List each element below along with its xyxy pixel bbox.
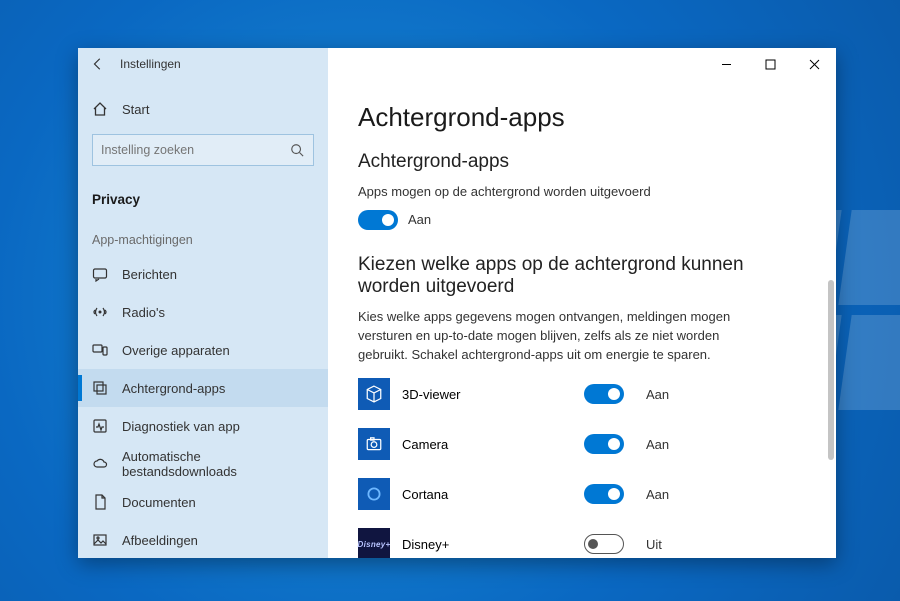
- app-icon: [358, 478, 390, 510]
- global-toggle-label: Apps mogen op de achtergrond worden uitg…: [358, 183, 738, 202]
- app-name: Cortana: [402, 487, 572, 502]
- app-state: Uit: [646, 537, 686, 552]
- image-icon: [92, 532, 108, 548]
- sidebar-item-label: Achtergrond-apps: [122, 381, 225, 396]
- document-icon: [92, 494, 108, 510]
- sidebar-item-documenten[interactable]: Documenten: [78, 483, 328, 521]
- app-icon: [358, 378, 390, 410]
- app-icon: Disney+: [358, 528, 390, 558]
- section-description: Kies welke apps gegevens mogen ontvangen…: [358, 308, 738, 365]
- sidebar-item-afbeeldingen[interactable]: Afbeeldingen: [78, 521, 328, 558]
- app-name: Camera: [402, 437, 572, 452]
- sidebar: Start Privacy App-machtigingen Berichten: [78, 80, 328, 558]
- back-button[interactable]: [86, 57, 110, 71]
- close-button[interactable]: [792, 48, 836, 80]
- app-state: Aan: [646, 437, 686, 452]
- app-state: Aan: [646, 387, 686, 402]
- app-name: 3D-viewer: [402, 387, 572, 402]
- app-toggle[interactable]: [584, 534, 624, 554]
- sidebar-item-label: Overige apparaten: [122, 343, 230, 358]
- app-toggle[interactable]: [584, 434, 624, 454]
- sidebar-item-berichten[interactable]: Berichten: [78, 255, 328, 293]
- content-area: Achtergrond-apps Achtergrond-apps Apps m…: [328, 80, 836, 558]
- radio-icon: [92, 304, 108, 320]
- section-privacy: Privacy: [78, 176, 328, 215]
- scrollbar[interactable]: [828, 280, 834, 460]
- search-box[interactable]: [92, 134, 314, 166]
- minimize-button[interactable]: [704, 48, 748, 80]
- app-row: Disney+ Disney+ Uit: [358, 528, 806, 558]
- sidebar-item-radios[interactable]: Radio's: [78, 293, 328, 331]
- sidebar-item-label: Radio's: [122, 305, 165, 320]
- devices-icon: [92, 342, 108, 358]
- group-app-permissions: App-machtigingen: [78, 215, 328, 255]
- message-icon: [92, 266, 108, 282]
- window-title: Instellingen: [120, 57, 181, 71]
- app-row: Camera Aan: [358, 428, 806, 460]
- home-label: Start: [122, 102, 149, 117]
- app-row: 3D-viewer Aan: [358, 378, 806, 410]
- sidebar-item-label: Afbeeldingen: [122, 533, 198, 548]
- section-title-choose: Kiezen welke apps op de achtergrond kunn…: [358, 254, 806, 298]
- app-row: Cortana Aan: [358, 478, 806, 510]
- maximize-button[interactable]: [748, 48, 792, 80]
- sidebar-item-diagnostiek[interactable]: Diagnostiek van app: [78, 407, 328, 445]
- app-state: Aan: [646, 487, 686, 502]
- settings-window: Instellingen Start: [78, 48, 836, 558]
- app-name: Disney+: [402, 537, 572, 552]
- sidebar-item-achtergrond-apps[interactable]: Achtergrond-apps: [78, 369, 328, 407]
- titlebar: Instellingen: [78, 48, 836, 80]
- sidebar-item-label: Automatische bestandsdownloads: [122, 449, 314, 479]
- app-toggle[interactable]: [584, 484, 624, 504]
- app-toggle[interactable]: [584, 384, 624, 404]
- sidebar-item-label: Documenten: [122, 495, 196, 510]
- sidebar-item-auto-downloads[interactable]: Automatische bestandsdownloads: [78, 445, 328, 483]
- search-input[interactable]: [101, 143, 283, 157]
- background-apps-icon: [92, 380, 108, 396]
- section-title-global: Achtergrond-apps: [358, 151, 806, 173]
- sidebar-item-overige-apparaten[interactable]: Overige apparaten: [78, 331, 328, 369]
- page-title: Achtergrond-apps: [358, 102, 806, 133]
- diagnostics-icon: [92, 418, 108, 434]
- global-toggle[interactable]: [358, 210, 398, 230]
- sidebar-item-label: Diagnostiek van app: [122, 419, 240, 434]
- home-button[interactable]: Start: [78, 90, 328, 128]
- sidebar-item-label: Berichten: [122, 267, 177, 282]
- home-icon: [92, 101, 108, 117]
- global-toggle-state: Aan: [408, 212, 431, 227]
- search-icon: [289, 142, 305, 158]
- app-icon: [358, 428, 390, 460]
- cloud-download-icon: [92, 456, 108, 472]
